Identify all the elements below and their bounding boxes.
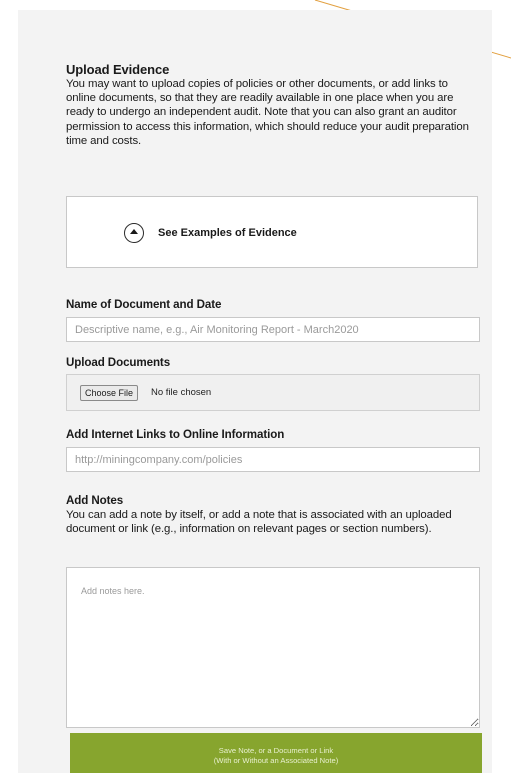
save-button-line1: Save Note, or a Document or Link bbox=[218, 746, 334, 755]
evidence-panel: Upload Evidence You may want to upload c… bbox=[18, 10, 492, 773]
save-button-line2: (With or Without an Associated Note) bbox=[213, 756, 339, 765]
examples-box[interactable]: See Examples of Evidence bbox=[66, 196, 478, 268]
notes-description: You can add a note by itself, or add a n… bbox=[66, 509, 452, 536]
choose-file-button[interactable]: Choose File bbox=[80, 385, 139, 401]
notes-textarea[interactable] bbox=[66, 567, 480, 728]
file-upload-field: Choose File No file chosen bbox=[66, 374, 480, 411]
chevron-up-circle-icon[interactable] bbox=[124, 223, 144, 243]
add-notes-label: Add Notes bbox=[66, 494, 124, 507]
section-title: Upload Evidence bbox=[66, 62, 170, 77]
section-description: You may want to upload copies of policie… bbox=[66, 78, 469, 147]
file-status: No file chosen bbox=[151, 387, 212, 398]
internet-links-label: Add Internet Links to Online Information bbox=[66, 428, 285, 441]
document-name-input[interactable] bbox=[66, 317, 480, 342]
internet-links-input[interactable] bbox=[66, 447, 480, 472]
document-name-label: Name of Document and Date bbox=[66, 298, 222, 311]
upload-documents-label: Upload Documents bbox=[66, 356, 171, 369]
examples-toggle-label[interactable]: See Examples of Evidence bbox=[158, 227, 297, 239]
save-button[interactable]: Save Note, or a Document or Link (With o… bbox=[70, 733, 482, 773]
